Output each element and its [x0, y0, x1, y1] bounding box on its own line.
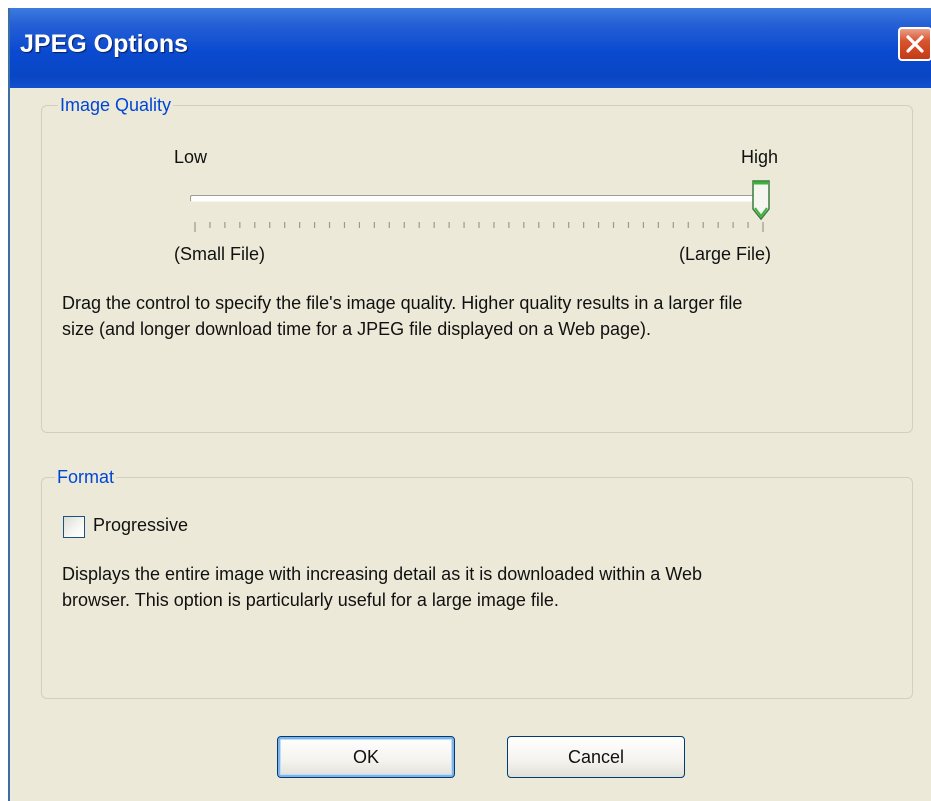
format-group-label: Format [55, 467, 117, 488]
format-description-line-2: browser. This option is particularly use… [62, 590, 559, 610]
quality-slider-track[interactable] [190, 195, 763, 202]
close-icon [906, 35, 924, 53]
format-description-line-1: Displays the entire image with increasin… [62, 564, 703, 584]
image-quality-description-line-1: Drag the control to specify the file's i… [62, 293, 743, 313]
quality-slider-ticks [194, 222, 764, 232]
image-quality-description-line-2: size (and longer download time for a JPE… [62, 319, 651, 339]
ok-button[interactable]: OK [277, 736, 455, 778]
image-quality-group [41, 105, 913, 433]
image-quality-description: Drag the control to specify the file's i… [62, 290, 922, 342]
image-quality-group-label: Image Quality [58, 95, 174, 116]
progressive-label[interactable]: Progressive [93, 515, 188, 536]
large-file-label: (Large File) [679, 244, 772, 264]
progressive-checkbox[interactable] [63, 516, 85, 538]
window-title: JPEG Options [20, 30, 189, 58]
small-file-label: (Small File) [174, 244, 266, 264]
close-button[interactable] [898, 27, 931, 61]
slider-thumb-icon[interactable] [751, 179, 771, 221]
title-bar: JPEG Options [10, 8, 931, 88]
low-label: Low [174, 147, 208, 167]
format-description: Displays the entire image with increasin… [62, 561, 922, 613]
jpeg-options-dialog: JPEG Options Image Quality Low High (Sma… [8, 8, 931, 801]
high-label: High [741, 147, 779, 167]
cancel-button[interactable]: Cancel [507, 736, 685, 778]
